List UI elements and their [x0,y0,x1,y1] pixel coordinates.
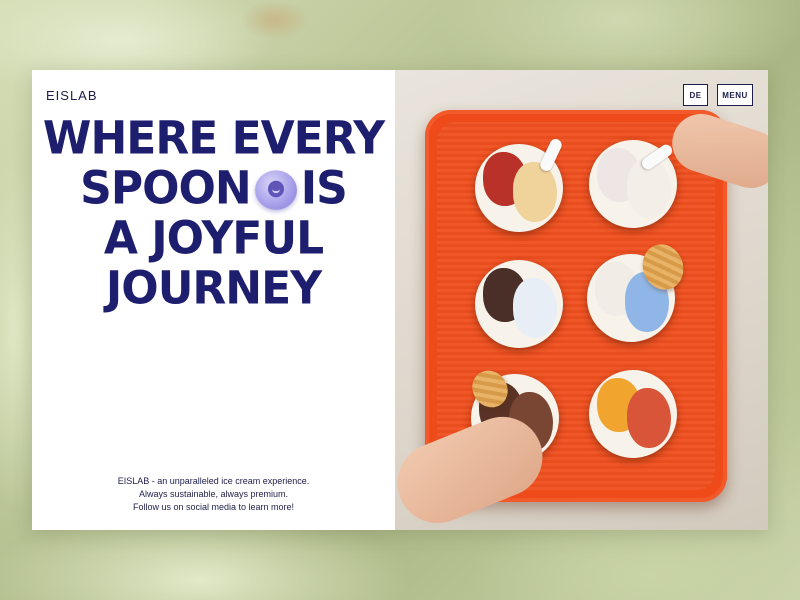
scoop-blood-orange [627,388,671,448]
ice-cream-cup [475,260,563,348]
smiley-spoon-icon [254,170,297,210]
headline-line-3: A JOYFUL [103,211,324,265]
tagline-line-1: EISLAB - an unparalleled ice cream exper… [117,476,310,486]
scoop-cream [513,278,557,338]
tagline-line-3: Follow us on social media to learn more! [132,502,295,512]
hero-text-panel: EISLAB WHERE EVERY SPOON IS A JOYFUL JOUR… [32,70,395,530]
hero-headline: WHERE EVERY SPOON IS A JOYFUL JOURNEY [32,114,395,314]
scoop-vanilla [513,162,557,222]
ice-cream-cup [589,370,677,458]
brand-logo[interactable]: EISLAB [46,88,98,103]
hero-photo: DE MENU [395,70,768,530]
hero-card: EISLAB WHERE EVERY SPOON IS A JOYFUL JOUR… [32,70,768,530]
headline-line-1: WHERE EVERY [42,112,385,166]
brand-tagline: EISLAB - an unparalleled ice cream exper… [32,475,395,514]
headline-word-spoon: SPOON [80,162,252,216]
tagline-line-2: Always sustainable, always premium. [138,489,289,499]
headline-word-is: IS [300,162,348,216]
language-button[interactable]: DE [683,84,708,106]
background-texture [240,0,310,40]
headline-line-4: JOURNEY [105,261,322,315]
headline-line-2: SPOON IS [32,164,395,214]
smiley-face-icon [267,180,284,198]
menu-button[interactable]: MENU [717,84,753,106]
